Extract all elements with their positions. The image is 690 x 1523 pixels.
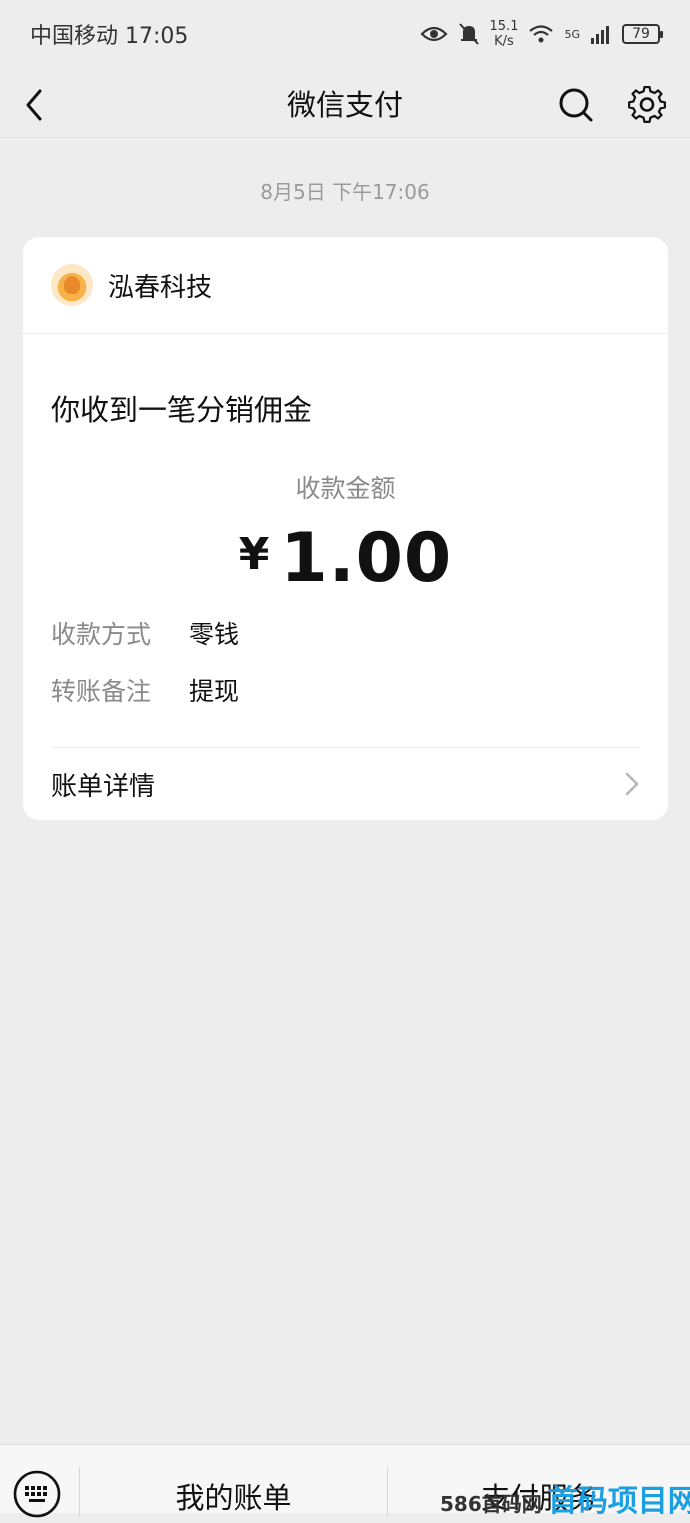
wifi-icon [529,25,554,43]
keyboard-toggle-button[interactable] [12,1469,62,1519]
carrier-time: 中国移动 17:05 [30,24,189,49]
signal-icon [591,26,609,44]
nav-bar: 微信支付 [0,68,690,138]
info-value: 零钱 [189,620,240,649]
settings-button[interactable] [625,78,669,128]
chevron-right-icon [625,772,639,796]
merchant-avatar [51,264,93,306]
info-key: 收款方式 [51,620,152,649]
payment-notification-card[interactable]: 泓春科技 你收到一笔分销佣金 收款金额 ¥1.00 收款方式 零钱 转账备注 提… [23,237,668,820]
bill-detail-link[interactable]: 账单详情 [23,748,668,820]
menu-my-bill[interactable]: 我的账单 [80,1475,387,1517]
signal-label: 5G [564,27,580,41]
watermark-brand: 首码项目网 [547,1484,690,1519]
info-row-remark: 转账备注 提现 [51,672,239,708]
currency-symbol: ¥ [238,529,271,580]
bell-off-icon [458,23,479,45]
message-timestamp: 8月5日 下午17:06 [260,180,430,204]
amount-value: ¥1.00 [23,519,668,598]
gear-icon [628,85,666,124]
battery-level: 79 [632,26,650,42]
amount-number: 1.00 [280,519,453,598]
watermark-prefix: 586首码网 [440,1492,542,1516]
status-icons: 15.1 K/s 5G 79 [419,19,663,49]
back-button[interactable] [18,78,58,128]
info-row-method: 收款方式 零钱 [51,615,239,651]
keyboard-icon [13,1470,61,1518]
page-title: 微信支付 [286,87,403,122]
search-icon [559,88,593,122]
watermark: 586首码网 首码项目网 [440,1476,690,1520]
search-button[interactable] [555,78,595,128]
eye-icon [419,26,448,42]
net-speed: 15.1 K/s [489,19,519,49]
info-key: 转账备注 [51,677,152,706]
bill-detail-label: 账单详情 [51,771,156,802]
merchant-name: 泓春科技 [108,272,213,303]
amount-label: 收款金额 [295,474,396,503]
info-value: 提现 [189,677,240,706]
notification-title: 你收到一笔分销佣金 [51,393,313,427]
battery-icon: 79 [622,24,663,44]
merchant-header[interactable]: 泓春科技 [23,237,668,334]
back-icon [26,89,42,121]
status-bar: 中国移动 17:05 15.1 K/s 5G 79 [0,0,690,68]
